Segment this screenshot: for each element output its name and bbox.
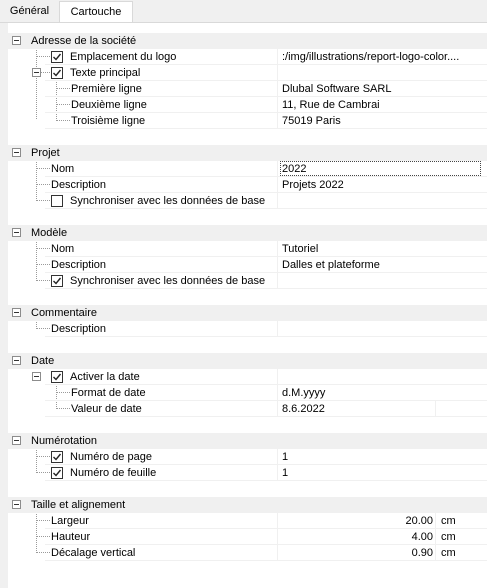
property-value[interactable]: 20.00 [380, 513, 433, 529]
property-label: Numéro de feuille [70, 467, 157, 479]
property-value[interactable]: 4.00 [380, 529, 433, 545]
category-company-address[interactable]: Adresse de la société [0, 33, 487, 49]
property-row-model-desc[interactable]: Description Dalles et plateforme [0, 257, 487, 273]
property-label: Numéro de page [70, 451, 152, 463]
property-value[interactable]: 1 [282, 449, 288, 465]
property-value[interactable]: 2022 [282, 161, 306, 177]
collapse-icon[interactable] [12, 148, 21, 157]
property-value[interactable]: :/img/illustrations/report-logo-color...… [282, 49, 459, 65]
date-activate-checkbox[interactable] [51, 371, 63, 383]
collapse-icon[interactable] [32, 372, 41, 381]
property-label: Nom [51, 163, 75, 175]
tab-bar: Général Cartouche [0, 0, 487, 23]
category-date[interactable]: Date [0, 353, 487, 369]
property-row-line3[interactable]: Troisième ligne 75019 Paris [0, 113, 487, 129]
collapse-icon[interactable] [12, 308, 21, 317]
property-value[interactable]: 8.6.2022 [282, 401, 325, 417]
collapse-icon[interactable] [12, 228, 21, 237]
category-title: Numérotation [31, 435, 98, 447]
property-label: Activer la date [70, 371, 140, 383]
property-label: Troisième ligne [71, 115, 146, 127]
collapse-icon[interactable] [12, 36, 21, 45]
unit-label: cm [441, 531, 456, 543]
unit-label: cm [441, 547, 456, 559]
unit-label: cm [441, 515, 456, 527]
property-value[interactable]: 75019 Paris [282, 113, 341, 129]
tab-cartouche[interactable]: Cartouche [59, 1, 133, 23]
property-row-date-value[interactable]: Valeur de date 8.6.2022 [0, 401, 487, 417]
property-label: Emplacement du logo [70, 51, 177, 63]
main-text-checkbox[interactable] [51, 67, 63, 79]
property-label: Hauteur [51, 531, 91, 543]
property-row-project-desc[interactable]: Description Projets 2022 [0, 177, 487, 193]
property-value[interactable]: Tutoriel [282, 241, 318, 257]
property-row-model-name[interactable]: Nom Tutoriel [0, 241, 487, 257]
property-label: Valeur de date [71, 403, 142, 415]
collapse-icon[interactable] [12, 436, 21, 445]
category-title: Projet [31, 147, 60, 159]
property-value[interactable]: Dalles et plateforme [282, 257, 380, 273]
property-value[interactable]: d.M.yyyy [282, 385, 325, 401]
project-sync-checkbox[interactable] [51, 195, 63, 207]
property-row-model-sync[interactable]: Synchroniser avec les données de base [0, 273, 487, 289]
property-label: Format de date [71, 387, 146, 399]
property-label: Synchroniser avec les données de base [70, 275, 266, 287]
collapse-icon[interactable] [12, 500, 21, 509]
property-value[interactable]: 1 [282, 465, 288, 481]
property-label: Description [51, 323, 107, 335]
property-value[interactable]: 11, Rue de Cambrai [282, 97, 380, 113]
category-title: Taille et alignement [31, 499, 126, 511]
property-row-line2[interactable]: Deuxième ligne 11, Rue de Cambrai [0, 97, 487, 113]
property-label: Description [51, 179, 107, 191]
property-label: Première ligne [71, 83, 142, 95]
property-row-logo[interactable]: Emplacement du logo :/img/illustrations/… [0, 49, 487, 65]
logo-checkbox[interactable] [51, 51, 63, 63]
category-model[interactable]: Modèle [0, 225, 487, 241]
model-sync-checkbox[interactable] [51, 275, 63, 287]
category-size-alignment[interactable]: Taille et alignement [0, 497, 487, 513]
category-title: Date [31, 355, 55, 367]
property-row-width[interactable]: Largeur 20.00 cm [0, 513, 487, 529]
property-label: Largeur [51, 515, 89, 527]
property-row-comment-desc[interactable]: Description [0, 321, 487, 337]
property-label: Description [51, 259, 107, 271]
property-label: Deuxième ligne [71, 99, 147, 111]
project-name-input[interactable] [280, 161, 481, 176]
category-project[interactable]: Projet [0, 145, 487, 161]
property-grid: Adresse de la société Emplacement du log… [0, 22, 487, 588]
property-row-project-sync[interactable]: Synchroniser avec les données de base [0, 193, 487, 209]
page-number-checkbox[interactable] [51, 451, 63, 463]
property-row-sheet-number[interactable]: Numéro de feuille 1 [0, 465, 487, 481]
category-numbering[interactable]: Numérotation [0, 433, 487, 449]
property-value[interactable]: Dlubal Software SARL [282, 81, 391, 97]
category-comment[interactable]: Commentaire [0, 305, 487, 321]
property-label: Texte principal [70, 67, 141, 79]
category-title: Modèle [31, 227, 68, 239]
property-row-date-activate[interactable]: Activer la date [0, 369, 487, 385]
property-value[interactable]: 0.90 [380, 545, 433, 561]
sheet-number-checkbox[interactable] [51, 467, 63, 479]
property-row-page-number[interactable]: Numéro de page 1 [0, 449, 487, 465]
tab-general[interactable]: Général [2, 1, 57, 21]
property-value[interactable]: Projets 2022 [282, 177, 344, 193]
property-row-project-name[interactable]: Nom 2022 [0, 161, 487, 177]
property-label: Décalage vertical [51, 547, 136, 559]
property-label: Synchroniser avec les données de base [70, 195, 266, 207]
property-row-height[interactable]: Hauteur 4.00 cm [0, 529, 487, 545]
collapse-icon[interactable] [12, 356, 21, 365]
property-row-line1[interactable]: Première ligne Dlubal Software SARL [0, 81, 487, 97]
property-row-main-text[interactable]: Texte principal [0, 65, 487, 81]
collapse-icon[interactable] [32, 68, 41, 77]
category-title: Adresse de la société [31, 35, 137, 47]
category-title: Commentaire [31, 307, 98, 319]
property-row-date-format[interactable]: Format de date d.M.yyyy [0, 385, 487, 401]
property-row-vertical-offset[interactable]: Décalage vertical 0.90 cm [0, 545, 487, 561]
property-label: Nom [51, 243, 75, 255]
